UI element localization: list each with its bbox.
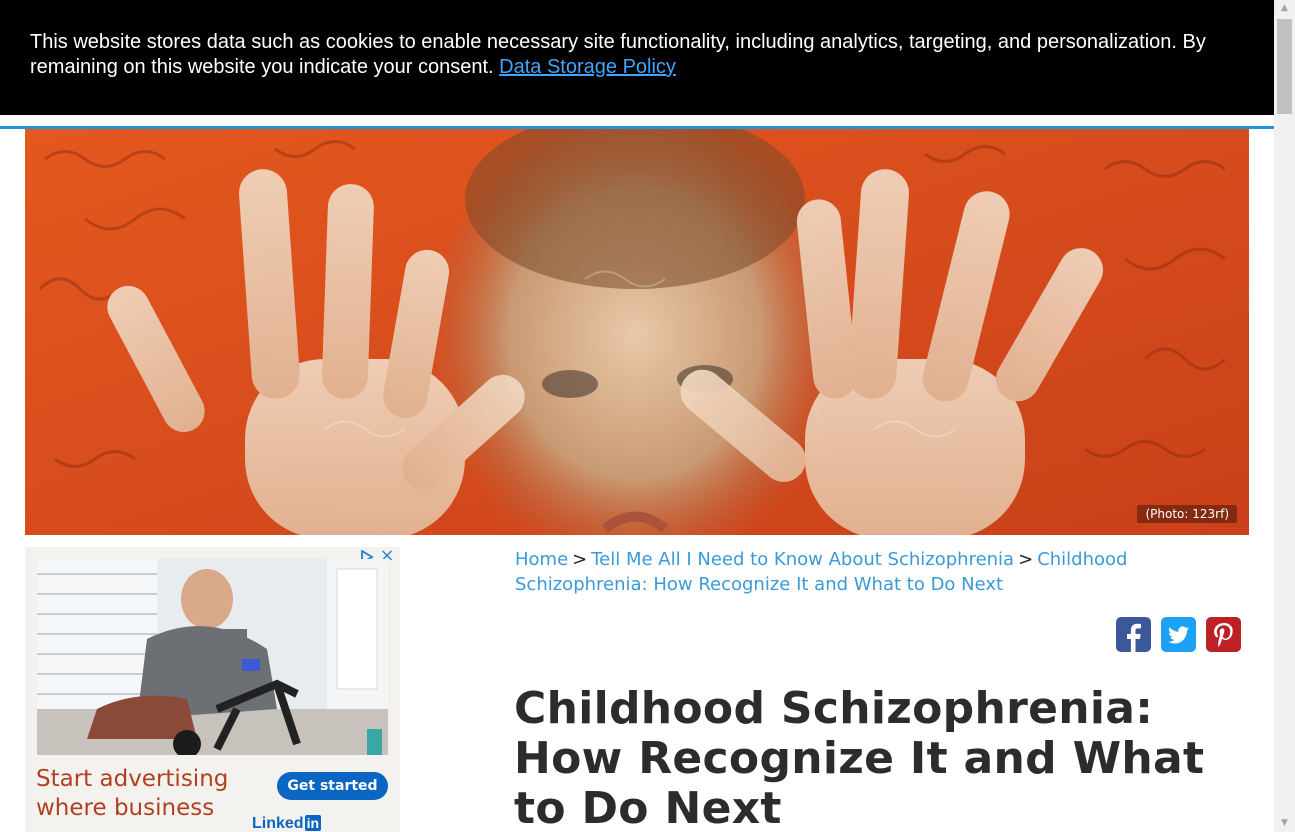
linkedin-logo: Linked in [252, 815, 322, 832]
cookie-message: This website stores data such as cookies… [30, 30, 1230, 80]
pinterest-share-button[interactable] [1206, 617, 1241, 652]
hero-image: (Photo: 123rf) [25, 129, 1249, 535]
breadcrumb-separator: > [572, 549, 588, 570]
scroll-down-arrow-icon[interactable]: ▼ [1274, 815, 1295, 832]
facebook-icon [1116, 617, 1151, 652]
photo-credit: (Photo: 123rf) [1137, 505, 1237, 523]
breadcrumb-separator: > [1018, 549, 1034, 570]
breadcrumb: Home > Tell Me All I Need to Know About Sc… [515, 547, 1235, 597]
twitter-icon [1161, 617, 1196, 652]
article-title: Childhood Schizophrenia: How Recognize I… [514, 683, 1205, 832]
ad-photo-man-on-exercise-bike[interactable] [37, 559, 388, 755]
facebook-share-button[interactable] [1116, 617, 1151, 652]
twitter-share-button[interactable] [1161, 617, 1196, 652]
get-started-button[interactable]: Get started [277, 772, 388, 800]
cookie-banner: This website stores data such as cookies… [0, 0, 1274, 115]
linkedin-badge: in [304, 815, 322, 831]
advertisement[interactable]: × Start advertising where business Get s… [25, 547, 400, 832]
vertical-scrollbar[interactable]: ▲ ▼ [1274, 0, 1295, 832]
breadcrumb-home[interactable]: Home [515, 549, 568, 570]
linkedin-logo-text: Linked [252, 815, 304, 832]
scrollbar-thumb[interactable] [1277, 19, 1292, 114]
breadcrumb-schizophrenia[interactable]: Tell Me All I Need to Know About Schizop… [591, 549, 1014, 570]
scroll-up-arrow-icon[interactable]: ▲ [1274, 0, 1295, 17]
hero-photo-child-behind-glass [25, 129, 1249, 535]
data-storage-policy-link[interactable]: Data Storage Policy [499, 56, 676, 78]
ad-headline[interactable]: Start advertising where business [36, 765, 246, 823]
page: This website stores data such as cookies… [0, 0, 1295, 832]
pinterest-icon [1206, 617, 1241, 652]
